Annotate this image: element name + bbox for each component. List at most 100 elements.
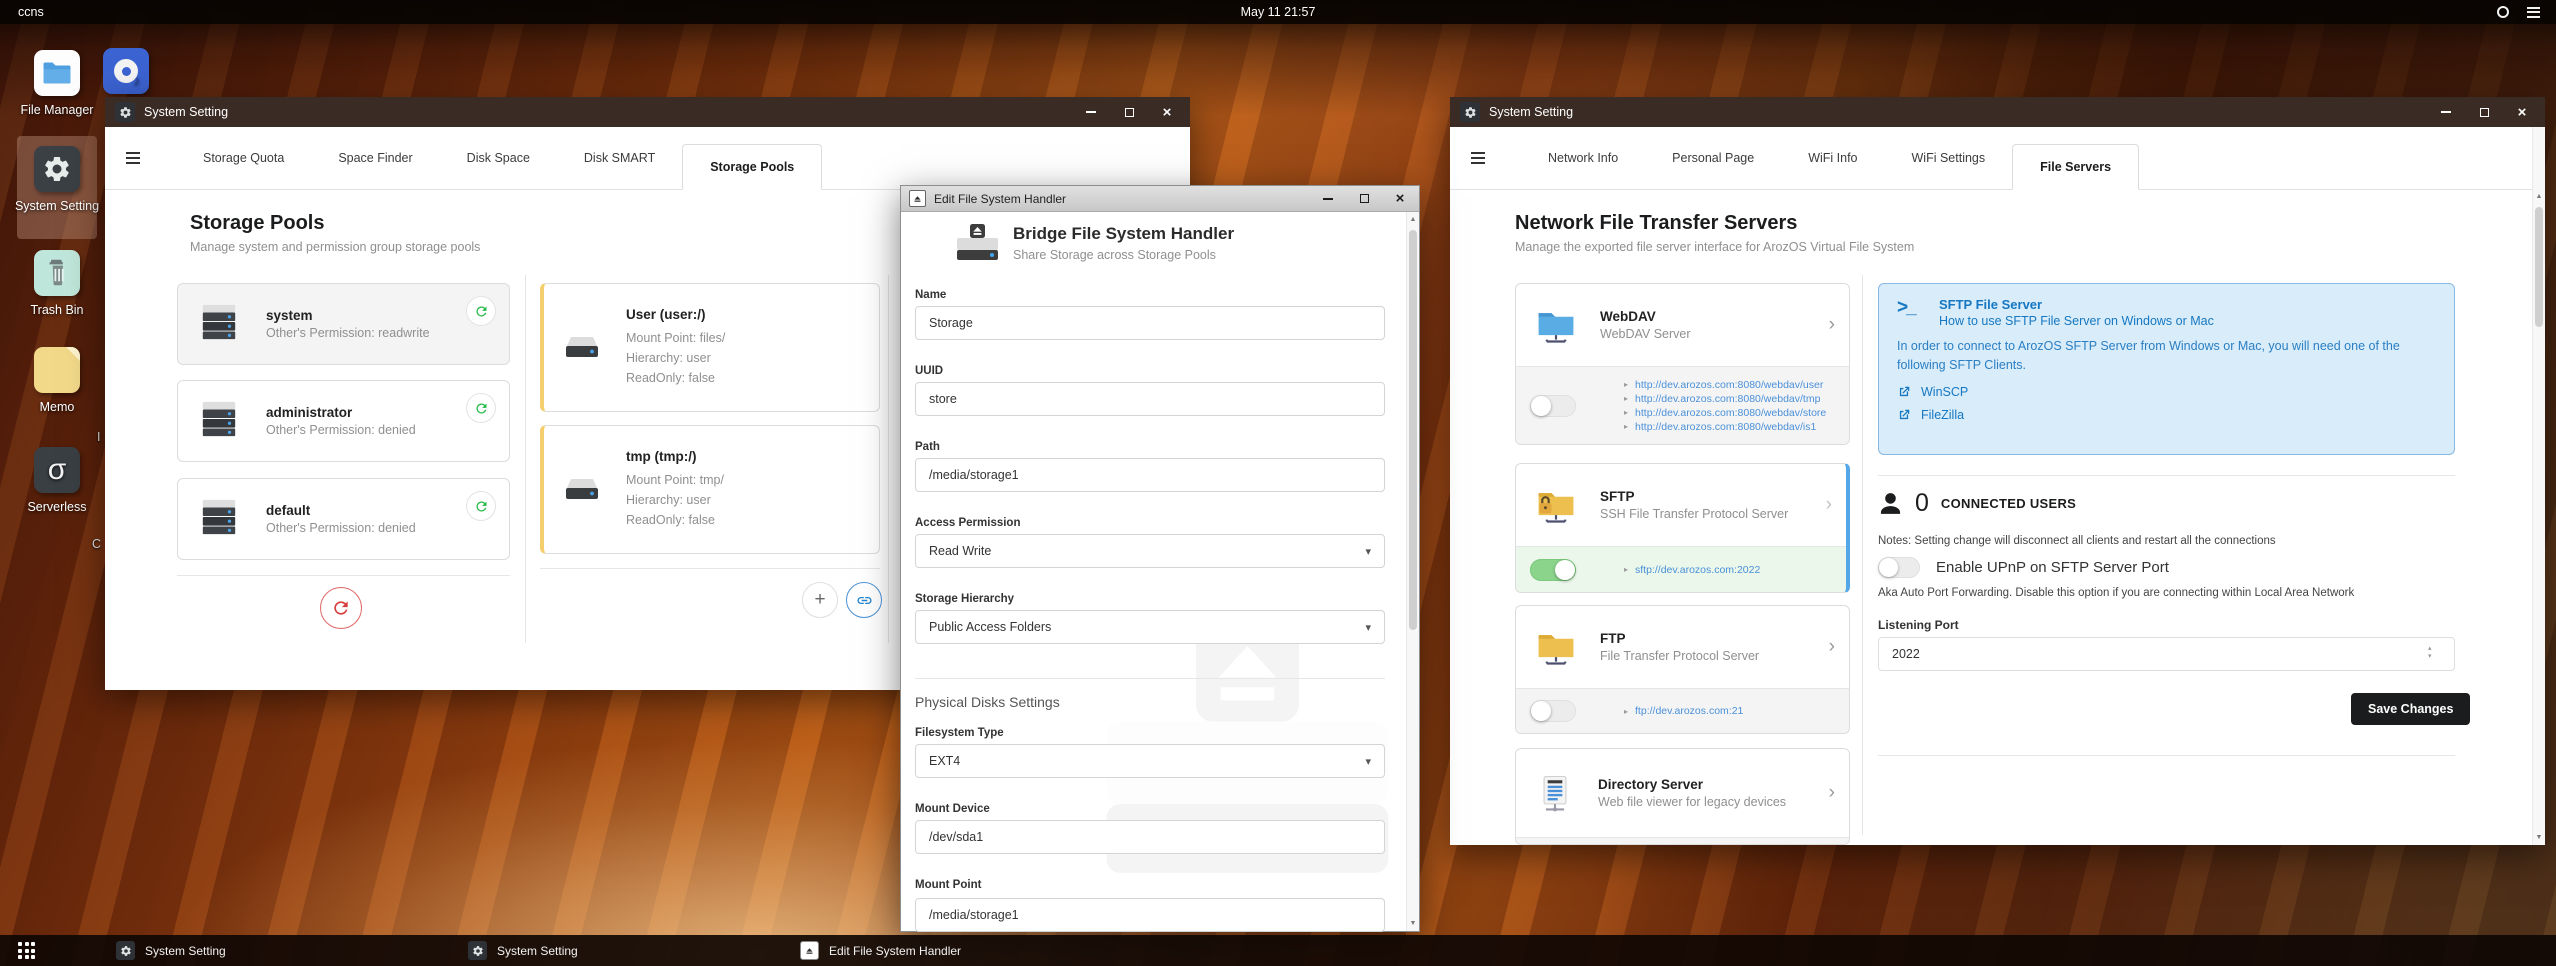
- fsh-name: tmp (tmp:/): [626, 448, 697, 464]
- reload-pool-button[interactable]: [466, 491, 496, 521]
- close-button[interactable]: ×: [1393, 190, 1407, 207]
- tab-wifi-settings[interactable]: WiFi Settings: [1885, 127, 2013, 189]
- tab-personal-page[interactable]: Personal Page: [1645, 127, 1781, 189]
- tab-file-servers[interactable]: File Servers: [2012, 144, 2140, 190]
- path-input[interactable]: [915, 458, 1385, 492]
- external-link-icon: [1899, 409, 1910, 419]
- tab-disk-space[interactable]: Disk Space: [440, 127, 557, 189]
- desktop-icon-label: Trash Bin: [30, 303, 84, 317]
- pool-card-administrator[interactable]: administrator Other's Permission: denied: [177, 380, 510, 462]
- tab-wifi-info[interactable]: WiFi Info: [1781, 127, 1884, 189]
- titlebar[interactable]: System Setting ×: [105, 97, 1190, 127]
- reload-pool-button[interactable]: [466, 393, 496, 423]
- reload-pool-button[interactable]: [466, 296, 496, 326]
- add-fsh-button[interactable]: +: [802, 582, 838, 618]
- minimize-button[interactable]: [1321, 192, 1335, 206]
- chevron-right-icon[interactable]: ›: [1829, 782, 1835, 804]
- chevron-right-icon[interactable]: ›: [1829, 636, 1835, 658]
- scrollbar-thumb[interactable]: [1409, 230, 1417, 630]
- desktop-icon-trash-bin[interactable]: Trash Bin: [12, 250, 102, 317]
- maximize-button[interactable]: [1357, 192, 1371, 206]
- filesystem-type-select[interactable]: EXT4 ▾: [915, 744, 1385, 778]
- pool-card-default[interactable]: default Other's Permission: denied: [177, 478, 510, 560]
- close-button[interactable]: ×: [1160, 104, 1174, 121]
- close-button[interactable]: ×: [2515, 104, 2529, 121]
- name-input[interactable]: [915, 306, 1385, 340]
- chevron-right-icon[interactable]: ›: [1826, 494, 1832, 516]
- file-manager-icon: [34, 50, 80, 96]
- number-stepper-icon[interactable]: ▴ ▾: [2428, 645, 2432, 660]
- path-label: Path: [915, 441, 940, 453]
- pool-name: system: [266, 308, 313, 323]
- tab-space-finder[interactable]: Space Finder: [311, 127, 439, 189]
- status-ring-icon[interactable]: [2497, 6, 2509, 18]
- sftp-link[interactable]: sftp://dev.arozos.com:2022: [1635, 564, 1760, 576]
- tab-storage-pools[interactable]: Storage Pools: [682, 144, 823, 190]
- minimize-button[interactable]: [1084, 105, 1098, 119]
- taskbar-item-system-setting-1[interactable]: System Setting: [106, 935, 236, 966]
- titlebar[interactable]: Edit File System Handler ×: [901, 186, 1419, 212]
- access-permission-select[interactable]: Read Write ▾: [915, 534, 1385, 568]
- menu-icon[interactable]: [1471, 151, 1485, 165]
- scroll-down-icon[interactable]: ▼: [2533, 834, 2545, 841]
- minimize-button[interactable]: [2439, 105, 2453, 119]
- mount-point-input[interactable]: [915, 898, 1385, 932]
- webdav-link[interactable]: http://dev.arozos.com:8080/webdav/is1: [1635, 421, 1816, 433]
- webdav-link[interactable]: http://dev.arozos.com:8080/webdav/store: [1635, 407, 1826, 419]
- tab-disk-smart[interactable]: Disk SMART: [557, 127, 682, 189]
- scroll-up-icon[interactable]: ▲: [1407, 216, 1419, 223]
- upnp-label: Enable UPnP on SFTP Server Port: [1936, 559, 2169, 576]
- scrollbar-vertical[interactable]: ▲ ▼: [1406, 212, 1419, 931]
- webdav-link[interactable]: http://dev.arozos.com:8080/webdav/user: [1635, 379, 1823, 391]
- desktop-icon-system-setting[interactable]: System Setting: [12, 146, 102, 213]
- upnp-toggle[interactable]: [1878, 557, 1920, 578]
- fsh-card-user[interactable]: User (user:/) Mount Point: files/ Hierar…: [540, 283, 880, 412]
- server-rack-icon: [198, 302, 240, 347]
- listening-port-label: Listening Port: [1878, 618, 1959, 632]
- app-launcher-icon[interactable]: [18, 942, 35, 959]
- webdav-link[interactable]: http://dev.arozos.com:8080/webdav/tmp: [1635, 393, 1820, 405]
- name-label: Name: [915, 289, 947, 301]
- scrollbar-vertical[interactable]: ▲ ▼: [2532, 127, 2545, 845]
- scroll-down-icon[interactable]: ▼: [1407, 920, 1419, 927]
- refresh-all-pools-button[interactable]: [320, 587, 362, 629]
- client-link-filezilla[interactable]: FileZilla: [1897, 408, 2436, 422]
- bridge-fsh-button[interactable]: [846, 582, 882, 618]
- listening-port-input[interactable]: [1878, 637, 2455, 671]
- scrollbar-thumb[interactable]: [2535, 207, 2543, 327]
- mount-device-input[interactable]: [915, 820, 1385, 854]
- tab-storage-quota[interactable]: Storage Quota: [176, 127, 311, 189]
- titlebar[interactable]: System Setting ×: [1450, 97, 2545, 127]
- menu-icon[interactable]: [2527, 6, 2540, 18]
- chevron-right-icon[interactable]: ›: [1829, 314, 1835, 336]
- server-card-directory[interactable]: Directory Server Web file viewer for leg…: [1515, 748, 1850, 845]
- caret-right-icon: ▸: [1624, 706, 1629, 716]
- webdav-toggle[interactable]: [1530, 394, 1576, 417]
- storage-hierarchy-select[interactable]: Public Access Folders ▾: [915, 610, 1385, 644]
- uuid-input[interactable]: [915, 382, 1385, 416]
- tab-network-info[interactable]: Network Info: [1521, 127, 1645, 189]
- save-changes-button[interactable]: Save Changes: [2351, 693, 2471, 725]
- scroll-up-icon[interactable]: ▲: [2533, 193, 2545, 200]
- sftp-toggle[interactable]: [1530, 558, 1576, 581]
- desktop-icon-audio-player[interactable]: ♪: [81, 48, 171, 101]
- taskbar-item-edit-fsh[interactable]: Edit File System Handler: [790, 935, 971, 966]
- taskbar-item-system-setting-2[interactable]: System Setting: [458, 935, 588, 966]
- desktop-icon-serverless[interactable]: σ Serverless: [12, 447, 102, 514]
- desktop-icon-memo[interactable]: Memo: [12, 347, 102, 414]
- pool-card-system[interactable]: system Other's Permission: readwrite: [177, 283, 510, 365]
- window-edit-fsh: Edit File System Handler × Bridge File S…: [900, 185, 1420, 932]
- server-card-sftp[interactable]: SFTP SSH File Transfer Protocol Server ›…: [1515, 463, 1850, 593]
- maximize-button[interactable]: [2477, 105, 2491, 119]
- ftp-toggle[interactable]: [1530, 700, 1576, 722]
- menu-icon[interactable]: [126, 151, 140, 165]
- fsh-card-tmp[interactable]: tmp (tmp:/) Mount Point: tmp/ Hierarchy:…: [540, 425, 880, 554]
- clock[interactable]: May 11 21:57: [1241, 5, 1316, 19]
- maximize-button[interactable]: [1122, 105, 1136, 119]
- ftp-link[interactable]: ftp://dev.arozos.com:21: [1635, 705, 1743, 717]
- fsh-hierarchy: Hierarchy: user: [626, 492, 711, 507]
- server-card-ftp[interactable]: FTP File Transfer Protocol Server › ▸ ftp…: [1515, 605, 1850, 734]
- server-card-webdav[interactable]: WebDAV WebDAV Server › ▸ http://dev.arozo…: [1515, 283, 1850, 445]
- client-link-winscp[interactable]: WinSCP: [1897, 385, 2436, 399]
- hostname[interactable]: ccns: [18, 5, 44, 19]
